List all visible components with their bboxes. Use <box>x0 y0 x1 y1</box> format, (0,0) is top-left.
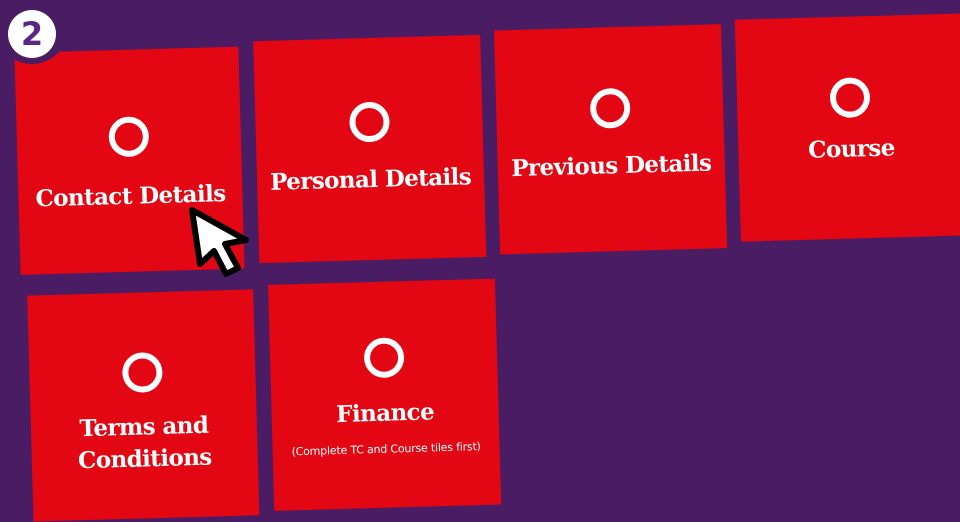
empty-circle-icon <box>348 101 390 143</box>
empty-circle-icon <box>108 116 150 158</box>
tile-note: (Complete TC and Course tiles first) <box>291 440 481 459</box>
tile-label: Personal Details <box>269 163 472 196</box>
empty-circle-icon <box>121 351 163 394</box>
empty-circle-icon <box>363 337 405 379</box>
mouse-pointer-icon <box>189 207 249 277</box>
tile-label: Course <box>807 134 896 164</box>
tile-label-line-2: Conditions <box>77 443 212 475</box>
section-tiles-grid: Contact Details Personal Details Previou… <box>0 0 960 522</box>
empty-circle-icon <box>829 77 871 119</box>
tile-previous-details[interactable]: Previous Details <box>493 24 728 255</box>
step-number: 2 <box>8 10 56 58</box>
tile-course[interactable]: Course <box>734 13 960 242</box>
tile-terms-and-conditions[interactable]: Terms and Conditions <box>27 289 260 522</box>
empty-circle-icon <box>589 87 631 129</box>
tile-label: Finance <box>335 398 435 429</box>
tile-personal-details[interactable]: Personal Details <box>253 34 487 264</box>
tile-label: Previous Details <box>510 149 712 183</box>
tile-finance[interactable]: Finance (Complete TC and Course tiles fi… <box>268 278 502 511</box>
